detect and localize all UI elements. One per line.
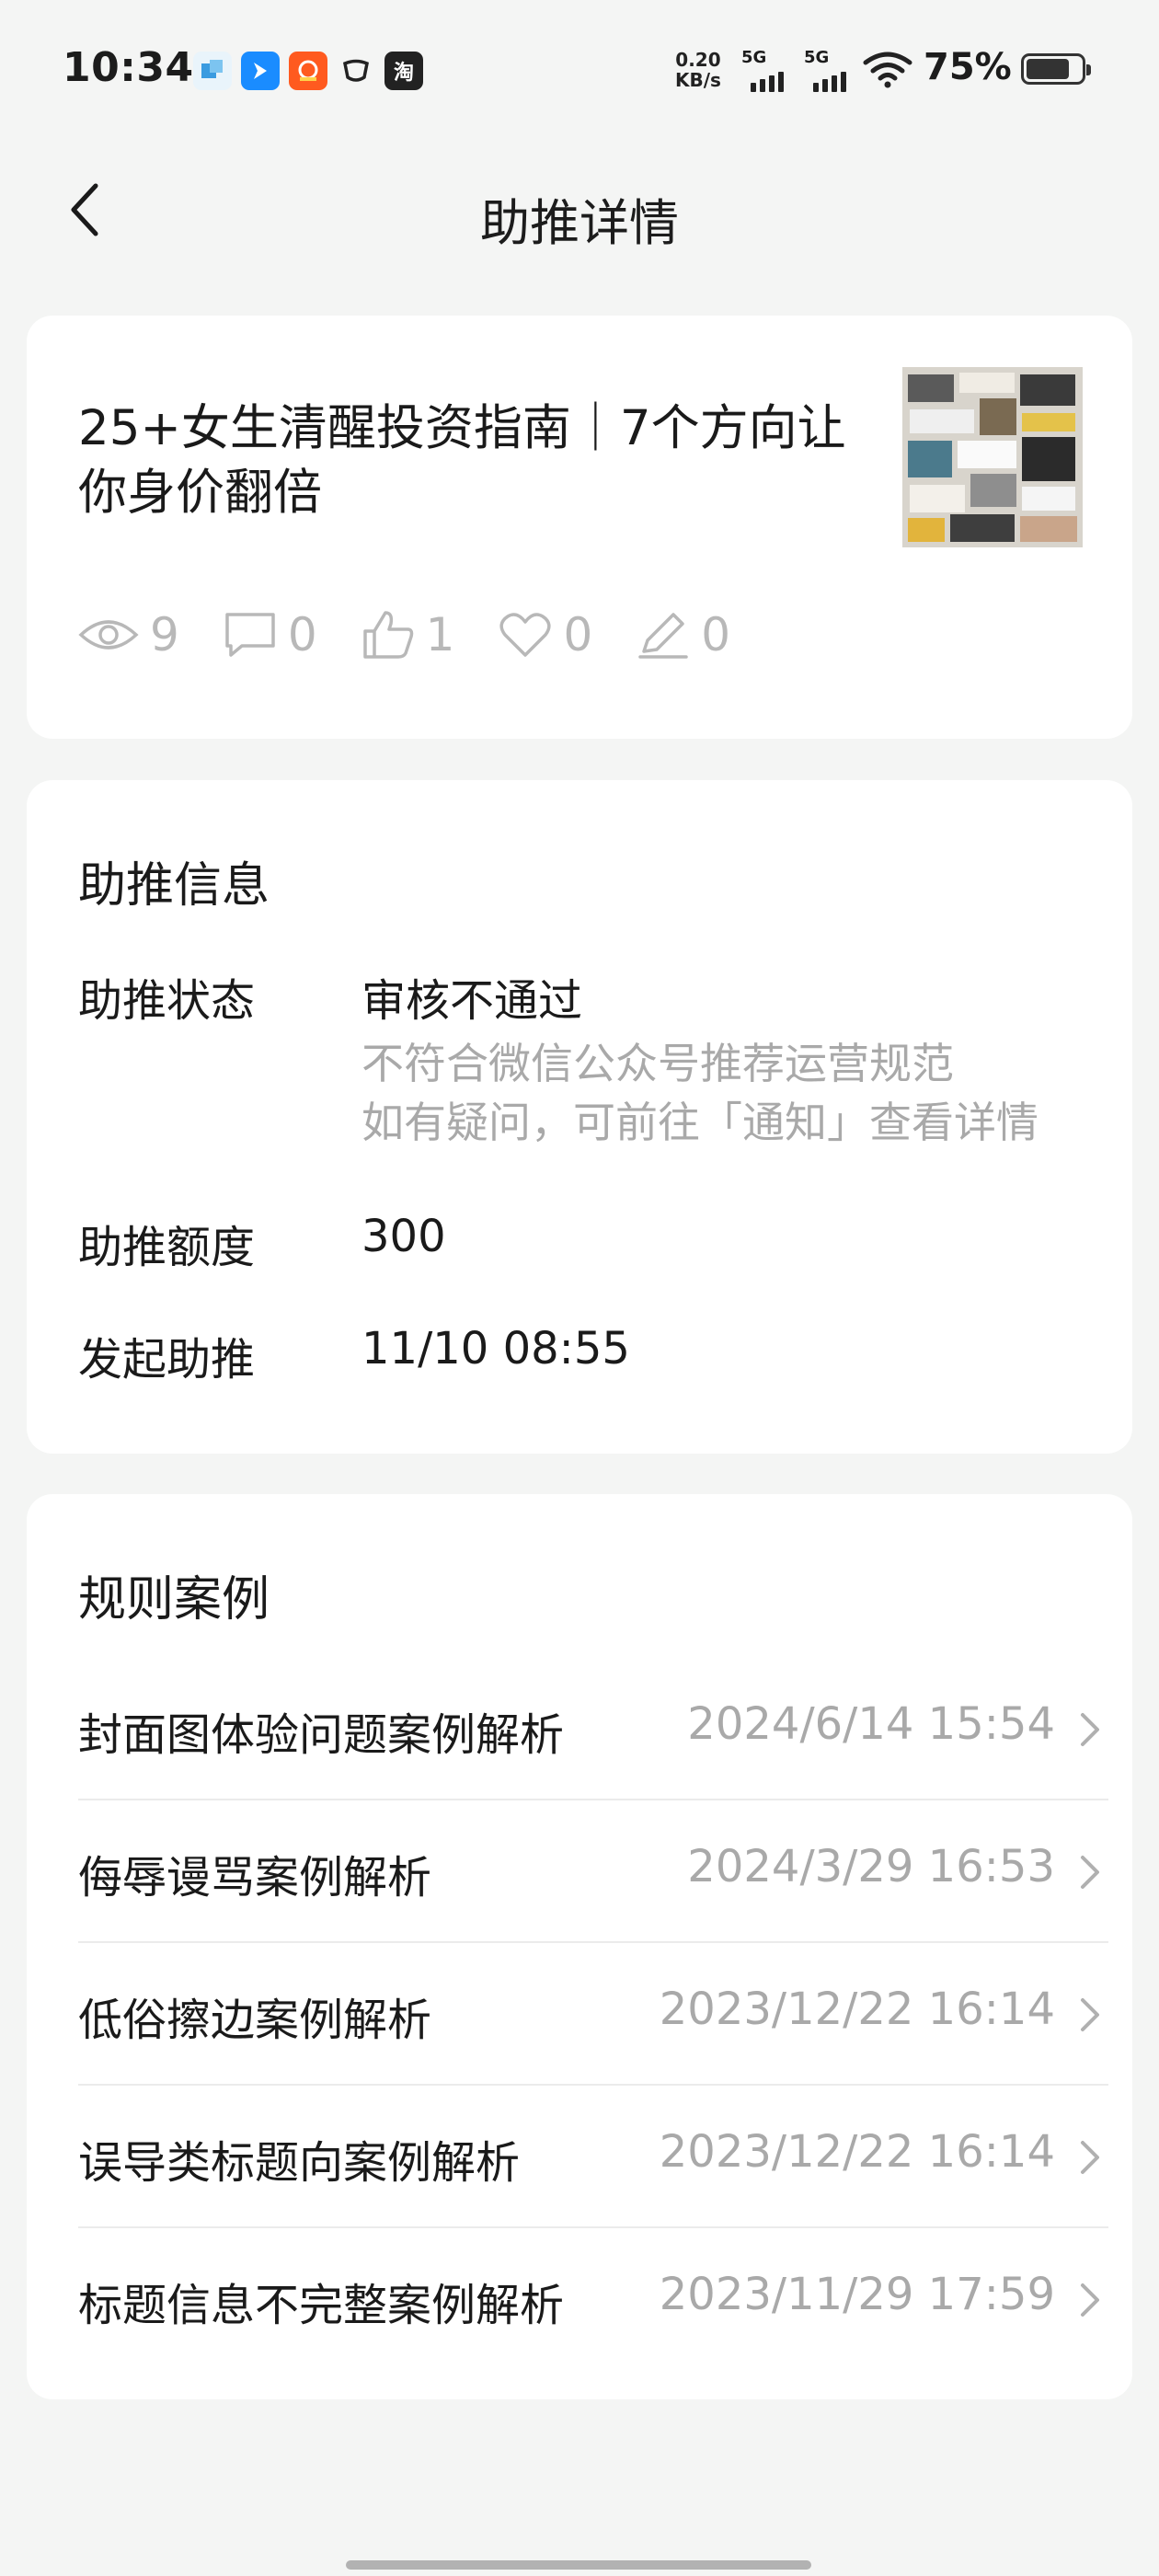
article-title[interactable]: 25+女生清醒投资指南｜7个方向让你身价翻倍 — [78, 397, 860, 525]
boost-status-label: 助推状态 — [78, 975, 256, 1027]
stat-favorites: 0 — [499, 608, 592, 661]
comments-count: 0 — [287, 608, 317, 661]
rule-title: 标题信息不完整案例解析 — [78, 2280, 565, 2331]
status-time: 10:34 — [63, 44, 194, 91]
article-thumbnail[interactable] — [902, 367, 1083, 547]
stat-likes: 1 — [361, 608, 455, 661]
rule-title: 封面图体验问题案例解析 — [78, 1709, 565, 1761]
boost-quota-label: 助推额度 — [78, 1222, 256, 1273]
rule-date: 2023/11/29 17:59 — [659, 2269, 1055, 2320]
chevron-right-icon — [1081, 2283, 1099, 2317]
views-count: 9 — [150, 608, 179, 661]
boost-quota-value: 300 — [361, 1211, 446, 1262]
app-icon-taobao-orange — [289, 52, 327, 90]
notification-icons: 淘 — [193, 52, 423, 90]
stat-views: 9 — [78, 608, 179, 661]
rule-date: 2024/3/29 16:53 — [687, 1841, 1055, 1892]
rule-date: 2023/12/22 16:14 — [659, 1984, 1055, 2035]
boost-start-label: 发起助推 — [78, 1334, 256, 1386]
section-title-boost-info: 助推信息 — [78, 858, 270, 914]
chevron-right-icon — [1081, 1856, 1099, 1889]
rule-item[interactable]: 误导类标题向案例解析 2023/12/22 16:14 — [78, 2086, 1108, 2228]
boost-info-card: 助推信息 助推状态 审核不通过 不符合微信公众号推荐运营规范 如有疑问，可前往「… — [27, 780, 1132, 1454]
stat-comments: 0 — [224, 608, 317, 661]
article-stats: 9 0 1 0 0 — [78, 608, 775, 661]
home-indicator[interactable] — [346, 2560, 811, 2570]
chevron-right-icon — [1081, 1713, 1099, 1746]
wifi-icon — [863, 52, 912, 88]
signal-strength-1: 5G — [741, 48, 800, 92]
eye-icon — [78, 620, 139, 650]
rule-title: 误导类标题向案例解析 — [78, 2137, 521, 2189]
boost-status-note-line1: 不符合微信公众号推荐运营规范 — [361, 1039, 954, 1088]
heart-icon — [499, 613, 551, 657]
rules-card: 规则案例 封面图体验问题案例解析 2024/6/14 15:54 侮辱谩骂案例解… — [27, 1494, 1132, 2399]
rule-title: 侮辱谩骂案例解析 — [78, 1852, 432, 1903]
app-icon-blue-square — [193, 52, 232, 90]
app-icon-bird — [241, 52, 280, 90]
rule-item[interactable]: 侮辱谩骂案例解析 2024/3/29 16:53 — [78, 1800, 1108, 1943]
signal-strength-2: 5G — [804, 48, 863, 92]
app-icon-cup — [337, 52, 375, 90]
rule-title: 低俗擦边案例解析 — [78, 1995, 432, 2046]
battery-icon — [1021, 53, 1091, 85]
edits-count: 0 — [701, 608, 731, 661]
pen-icon — [638, 613, 688, 659]
rule-item[interactable]: 低俗擦边案例解析 2023/12/22 16:14 — [78, 1943, 1108, 2086]
status-bar: 10:34 淘 0.20 KB/s 5G 5G 75% — [0, 0, 1159, 138]
network-speed: 0.20 KB/s — [675, 49, 721, 91]
nav-bar: 助推详情 — [0, 138, 1159, 285]
rule-item[interactable]: 封面图体验问题案例解析 2024/6/14 15:54 — [78, 1658, 1108, 1800]
article-card[interactable]: 25+女生清醒投资指南｜7个方向让你身价翻倍 9 0 1 0 0 — [27, 316, 1132, 739]
stat-edits: 0 — [637, 608, 730, 661]
thumbs-up-icon — [362, 611, 413, 659]
section-title-rules: 规则案例 — [78, 1572, 270, 1627]
chevron-right-icon — [1081, 1998, 1099, 2031]
battery-percentage: 75% — [924, 46, 1012, 88]
rule-date: 2024/6/14 15:54 — [687, 1698, 1055, 1750]
rule-date: 2023/12/22 16:14 — [659, 2126, 1055, 2178]
app-icon-taobao: 淘 — [384, 52, 423, 90]
boost-status-value: 审核不通过 — [361, 975, 583, 1027]
boost-status-note-line2[interactable]: 如有疑问，可前往「通知」查看详情 — [361, 1093, 1039, 1152]
chevron-right-icon — [1081, 2141, 1099, 2174]
comment-icon — [225, 613, 275, 657]
page-title: 助推详情 — [480, 194, 679, 252]
likes-count: 1 — [425, 608, 455, 661]
boost-start-value: 11/10 08:55 — [361, 1323, 630, 1374]
favorites-count: 0 — [563, 608, 593, 661]
rule-item[interactable]: 标题信息不完整案例解析 2023/11/29 17:59 — [78, 2228, 1108, 2371]
